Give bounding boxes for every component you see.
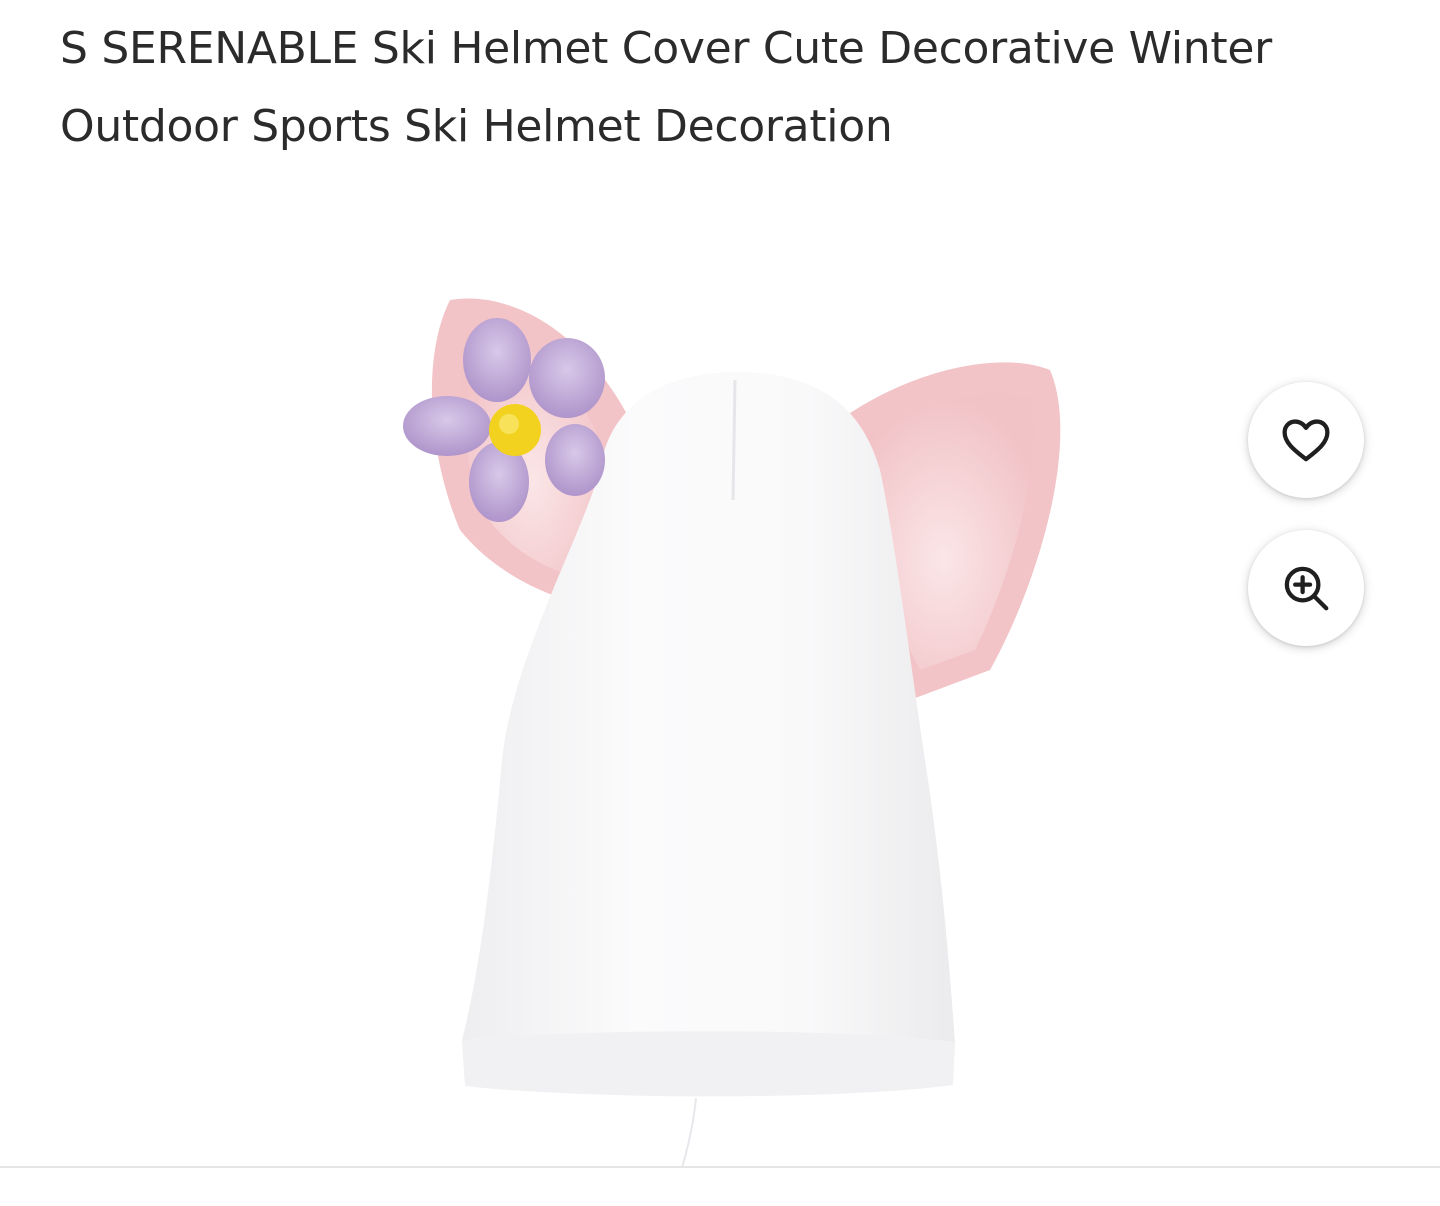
divider — [0, 1166, 1440, 1168]
favorite-button[interactable] — [1248, 382, 1364, 498]
product-image[interactable] — [390, 280, 1090, 1168]
zoom-button[interactable] — [1248, 530, 1364, 646]
heart-outline-icon — [1282, 419, 1330, 462]
drawstring — [671, 1097, 693, 1168]
product-image-gallery[interactable] — [0, 180, 1440, 1168]
zoom-in-icon — [1284, 566, 1329, 611]
product-title: S SERENABLE Ski Helmet Cover Cute Decora… — [60, 23, 1272, 152]
